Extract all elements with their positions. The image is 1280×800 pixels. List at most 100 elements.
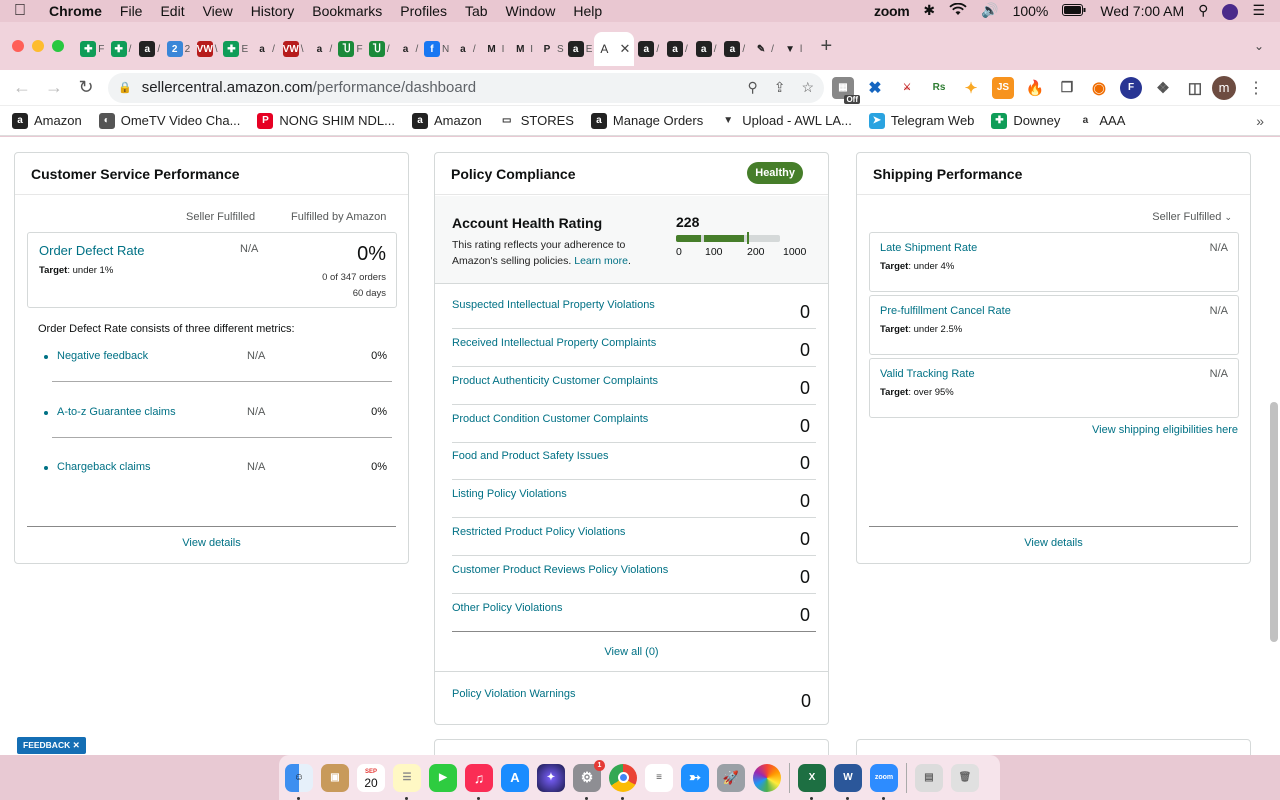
metric-name-link[interactable]: Negative feedback — [57, 350, 148, 362]
browser-tab[interactable]: ▼ l — [778, 32, 807, 66]
policy-row-link[interactable]: Restricted Product Policy Violations — [452, 526, 625, 538]
policy-row-link[interactable]: Food and Product Safety Issues — [452, 450, 609, 462]
word-icon[interactable]: W — [834, 763, 862, 800]
menu-help[interactable]: Help — [564, 3, 611, 19]
browser-tab[interactable]: ✚ / — [107, 32, 136, 66]
browser-tab[interactable]: 22 — [164, 32, 193, 66]
bookmark-item[interactable]: a Manage Orders — [590, 112, 703, 129]
menu-edit[interactable]: Edit — [151, 3, 193, 19]
trash-icon[interactable]: 🗑 — [951, 763, 979, 792]
facetime-icon[interactable]: ▶ — [429, 763, 457, 792]
bookmark-item[interactable]: ▭ STORES — [499, 113, 574, 129]
finder-icon[interactable]: ☺ — [285, 763, 313, 800]
fulfillment-filter-dropdown[interactable]: Seller Fulfilled ⌄ — [1152, 211, 1232, 223]
lock-icon[interactable]: 🔒 — [118, 81, 132, 94]
browser-tab[interactable]: a / — [394, 32, 423, 66]
extensions-puzzle-icon[interactable]: ❖ — [1152, 76, 1174, 99]
control-center-icon[interactable]: ☰ — [1245, 2, 1272, 19]
shipping-metric-link[interactable]: Pre-fulfillment Cancel Rate — [880, 305, 1011, 317]
page-scrollbar[interactable] — [1270, 402, 1278, 642]
close-window-button[interactable] — [12, 40, 24, 52]
browser-tab[interactable]: VW \ — [193, 32, 222, 66]
system-preferences-icon[interactable]: ⚙ 1 — [573, 759, 605, 800]
browser-tab[interactable]: VW \ — [279, 32, 308, 66]
share-icon[interactable]: ⇪ — [774, 79, 786, 96]
bookmark-item[interactable]: ◐ OmeTV Video Cha... — [98, 112, 240, 129]
chrome-icon[interactable] — [609, 763, 637, 800]
browser-tab[interactable]: MI — [508, 32, 537, 66]
active-browser-tab[interactable]: A ✕ — [594, 32, 635, 66]
spotlight-search-icon[interactable]: ⚲ — [1191, 2, 1215, 19]
browser-tab[interactable]: a / — [308, 32, 337, 66]
browser-tab[interactable]: aE — [566, 32, 595, 66]
extension-fire-icon[interactable]: 🔥 — [1024, 76, 1046, 99]
policy-row-link[interactable]: Customer Product Reviews Policy Violatio… — [452, 564, 668, 576]
tab-search-chevron-icon[interactable]: ⌄ — [1254, 39, 1264, 53]
music-icon[interactable]: ♫ — [465, 763, 493, 800]
extension-blue-cross-icon[interactable]: ✖ — [864, 76, 886, 99]
menu-file[interactable]: File — [111, 3, 152, 19]
menu-tab[interactable]: Tab — [456, 3, 497, 19]
view-all-link[interactable]: View all (0) — [604, 646, 658, 658]
excel-icon[interactable]: X — [798, 763, 826, 800]
zoom-status-item[interactable]: zoom — [867, 3, 916, 19]
extension-f-icon[interactable]: F — [1120, 76, 1142, 99]
menu-window[interactable]: Window — [497, 3, 565, 19]
bookmark-item[interactable]: a Amazon — [412, 112, 482, 129]
bookmark-item[interactable]: a AAA — [1077, 113, 1126, 129]
browser-tab[interactable]: MI — [480, 32, 509, 66]
menu-app-name[interactable]: Chrome — [40, 3, 111, 19]
profile-avatar[interactable]: m — [1212, 75, 1236, 100]
zoom-app-icon[interactable]: zoom — [870, 763, 898, 800]
browser-tab[interactable]: Ⴎ / — [365, 32, 394, 66]
bookmark-item[interactable]: ✚ Downey — [991, 112, 1060, 129]
volume-icon[interactable]: 🔊 — [974, 2, 1005, 19]
clock[interactable]: Wed 7:00 AM — [1093, 3, 1191, 19]
back-arrow-icon[interactable]: ← — [6, 77, 38, 98]
siri-icon[interactable] — [1215, 2, 1245, 20]
extension-circle-icon[interactable]: ◉ — [1088, 76, 1110, 99]
menu-history[interactable]: History — [242, 3, 304, 19]
extension-rs-icon[interactable]: Rs — [928, 76, 950, 99]
browser-tab[interactable]: a / — [663, 32, 692, 66]
browser-tab[interactable]: ✎ / — [749, 32, 778, 66]
photos-icon[interactable] — [753, 763, 781, 792]
metric-name-link[interactable]: A-to-z Guarantee claims — [57, 406, 176, 418]
address-bar[interactable]: 🔒 sellercentral.amazon.com/performance/d… — [108, 72, 824, 103]
launchpad-icon[interactable]: 🚀 — [717, 763, 745, 792]
bookmark-item[interactable]: ➤ Telegram Web — [868, 112, 974, 129]
browser-tab[interactable]: ႮF — [336, 32, 365, 66]
browser-tab[interactable]: PS — [537, 32, 566, 66]
new-tab-button[interactable]: + — [821, 35, 833, 58]
shipping-eligibilities-link[interactable]: View shipping eligibilities here — [1092, 424, 1238, 436]
notes-icon[interactable]: ☰ — [393, 763, 421, 800]
minimize-window-button[interactable] — [32, 40, 44, 52]
side-panel-icon[interactable]: ◫ — [1184, 76, 1206, 99]
browser-tab[interactable]: a / — [692, 32, 721, 66]
policy-row-link[interactable]: Other Policy Violations — [452, 602, 562, 614]
reload-icon[interactable]: ↻ — [70, 77, 102, 98]
browser-tab[interactable]: a / — [250, 32, 279, 66]
wifi-icon[interactable] — [942, 2, 974, 19]
extension-sparkle-icon[interactable]: ✦ — [960, 76, 982, 99]
apple-menu-icon[interactable]:  — [0, 2, 40, 20]
metric-name-link[interactable]: Chargeback claims — [57, 461, 151, 473]
app-store-icon[interactable]: A — [501, 763, 529, 792]
menu-profiles[interactable]: Profiles — [391, 3, 456, 19]
learn-more-link[interactable]: Learn more — [574, 255, 628, 267]
notefile-icon[interactable]: ▣ — [321, 763, 349, 792]
calendar-icon[interactable]: SEP 20 — [357, 763, 385, 792]
policy-violation-warnings-link[interactable]: Policy Violation Warnings — [452, 688, 576, 700]
extension-ninja-icon[interactable]: ⚔ — [896, 76, 918, 99]
downloads-stack-icon[interactable]: ▤ — [915, 763, 943, 792]
browser-tab[interactable]: a / — [451, 32, 480, 66]
browser-tab[interactable]: ✚ E — [221, 32, 250, 66]
browser-tab[interactable]: a / — [634, 32, 663, 66]
browser-tab[interactable]: a / — [135, 32, 164, 66]
chrome-menu-icon[interactable]: ⋮ — [1248, 78, 1264, 98]
extension-off-icon[interactable]: ▦ Off — [832, 76, 860, 104]
zoom-magnifier-icon[interactable]: ⚲ — [747, 79, 757, 96]
siri-dock-icon[interactable]: ✦ — [537, 763, 565, 792]
bookmark-item[interactable]: P NONG SHIM NDL... — [257, 112, 395, 129]
battery-icon[interactable] — [1055, 3, 1093, 19]
